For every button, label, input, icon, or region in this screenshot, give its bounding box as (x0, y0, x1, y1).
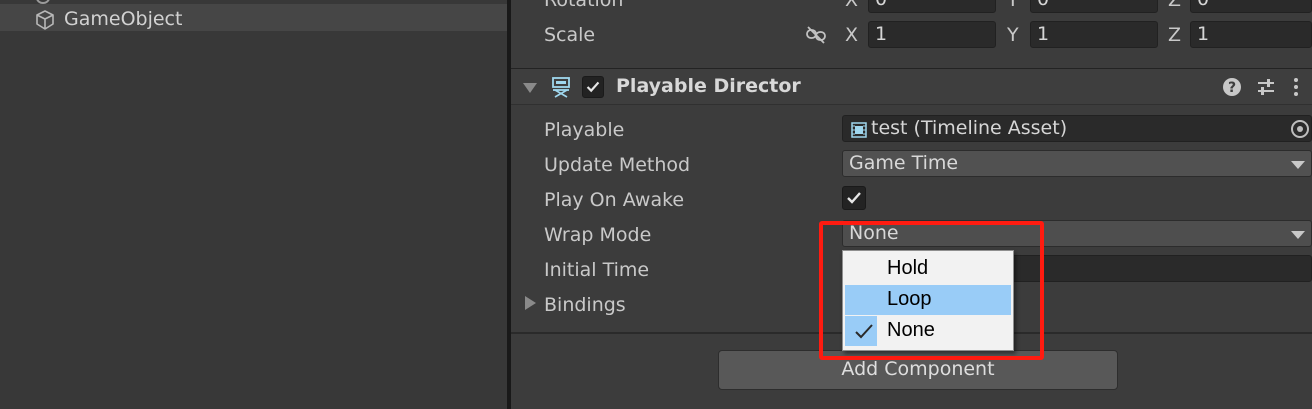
menu-item-none[interactable]: None (845, 316, 1011, 346)
presets-icon[interactable] (1256, 77, 1276, 97)
scale-z-field[interactable]: 1 (1190, 21, 1312, 48)
wrap-mode-popup-menu: Hold Loop None (842, 250, 1014, 351)
rotation-label: Rotation (544, 0, 624, 11)
checkmark-icon (847, 192, 861, 204)
scale-label: Scale (544, 24, 596, 46)
rotation-y-field[interactable]: 0 (1030, 0, 1158, 13)
scale-x-field[interactable]: 1 (868, 21, 996, 48)
playable-label: Playable (544, 119, 625, 141)
hierarchy-panel: GameObject (0, 0, 507, 409)
component-enabled-checkbox[interactable] (582, 76, 604, 98)
chevron-down-icon (1291, 161, 1305, 169)
update-method-dropdown[interactable]: Game Time (842, 150, 1312, 177)
menu-item-hold[interactable]: Hold (845, 254, 1011, 284)
scale-z-label: Z (1168, 24, 1182, 46)
wrap-mode-dropdown[interactable]: None (842, 220, 1312, 247)
menu-item-label: Hold (887, 257, 929, 279)
foldout-arrow-icon[interactable] (523, 83, 537, 93)
wrap-mode-label: Wrap Mode (544, 224, 652, 246)
wrap-mode-value: None (849, 222, 899, 244)
component-title: Playable Director (616, 75, 801, 97)
menu-item-label: None (887, 319, 935, 341)
constrain-proportions-icon[interactable] (805, 25, 827, 45)
scale-y-field[interactable]: 1 (1030, 21, 1158, 48)
help-icon[interactable]: ? (1222, 77, 1242, 97)
cube-icon (36, 10, 54, 30)
chevron-down-icon (1291, 231, 1305, 239)
svg-text:?: ? (1228, 80, 1236, 96)
hierarchy-item-gameobject[interactable]: GameObject (0, 4, 507, 31)
playable-value: test (Timeline Asset) (871, 117, 1068, 139)
object-picker-icon[interactable] (1291, 120, 1309, 138)
play-on-awake-checkbox[interactable] (842, 186, 866, 210)
play-on-awake-label: Play On Awake (544, 189, 685, 211)
hierarchy-item-label: GameObject (64, 8, 183, 30)
timeline-asset-icon (851, 122, 867, 138)
playable-object-field[interactable]: test (Timeline Asset) (842, 115, 1312, 142)
scale-x-label: X (845, 24, 859, 46)
rotation-x-field[interactable]: 0 (868, 0, 996, 13)
checkmark-icon (586, 81, 600, 93)
menu-item-loop[interactable]: Loop (845, 285, 1011, 315)
bindings-label[interactable]: Bindings (544, 294, 626, 316)
component-header[interactable]: Playable Director ? (511, 68, 1312, 105)
rotation-x-label: X (845, 0, 859, 11)
add-component-button[interactable]: Add Component (718, 350, 1118, 390)
more-icon[interactable] (1290, 77, 1302, 97)
rotation-z-label: Z (1168, 0, 1182, 11)
rotation-y-label: Y (1007, 0, 1019, 11)
scale-y-label: Y (1007, 24, 1019, 46)
bindings-foldout-arrow-icon[interactable] (525, 296, 536, 310)
checkmark-icon (855, 324, 873, 339)
update-method-label: Update Method (544, 154, 691, 176)
initial-time-label: Initial Time (544, 259, 650, 281)
rotation-z-field[interactable]: 0 (1190, 0, 1312, 13)
menu-item-label: Loop (887, 288, 932, 310)
update-method-value: Game Time (849, 152, 959, 174)
director-icon (552, 77, 570, 98)
